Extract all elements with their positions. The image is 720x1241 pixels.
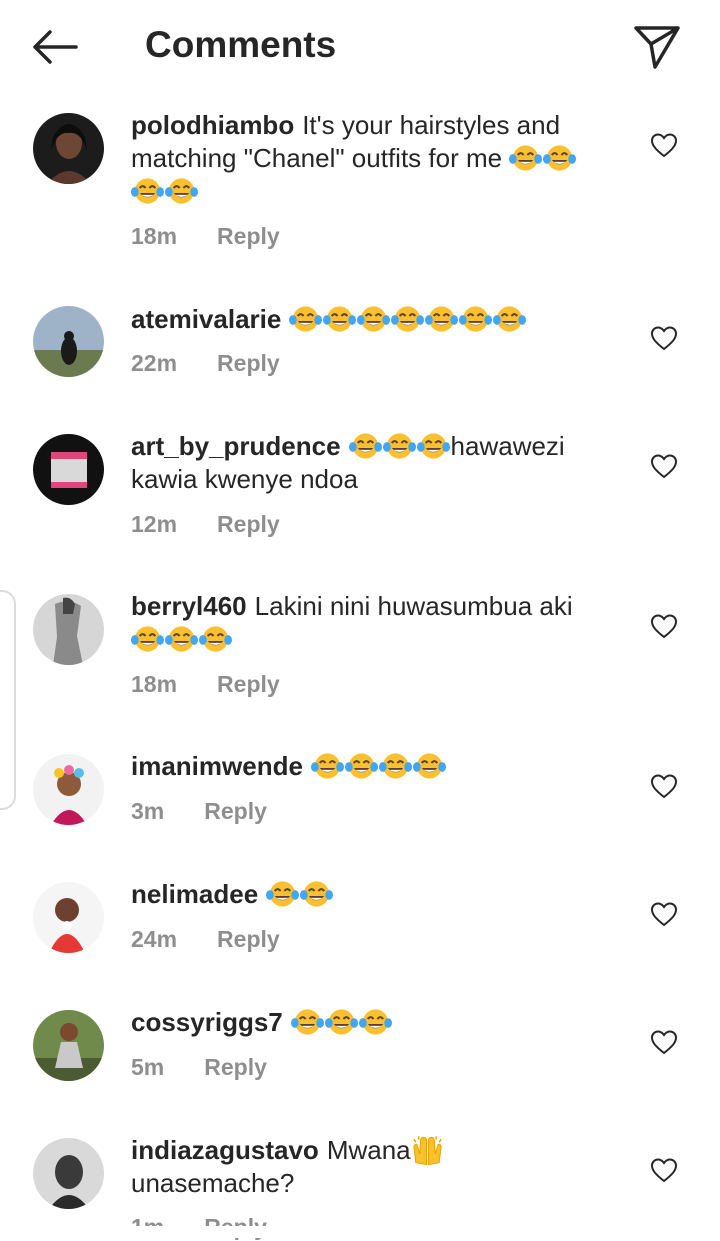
avatar[interactable] [33, 594, 104, 665]
avatar[interactable] [33, 1010, 104, 1081]
paper-plane-icon [634, 26, 680, 69]
screen-edge [0, 1226, 720, 1238]
comment-body: indiazagustavo Mwana unasemache? [131, 1134, 621, 1200]
comment-body: art_by_prudence hawawezi kawia kwenye ndo… [131, 430, 621, 496]
face-with-tears-of-joy-icon [311, 751, 344, 781]
face-with-tears-of-joy-icon [165, 624, 198, 654]
face-with-tears-of-joy-icon [289, 304, 322, 334]
heart-outline-icon[interactable] [650, 453, 678, 479]
comment-body: berryl460 Lakini nini huwasumbua aki [131, 590, 621, 656]
reply-button[interactable]: Reply [204, 798, 267, 824]
face-with-tears-of-joy-icon [383, 431, 416, 461]
face-with-tears-of-joy-icon [357, 304, 390, 334]
comment-body: nelimadee [131, 878, 621, 911]
comment-text-line2: unasemache? [131, 1168, 295, 1198]
face-with-tears-of-joy-icon [379, 751, 412, 781]
comment-time: 22m [131, 350, 178, 376]
face-with-tears-of-joy-icon [543, 143, 576, 173]
comment-meta: 22m Reply [131, 350, 280, 377]
comment-time: 18m [131, 223, 178, 249]
comment-body: polodhiambo It's your hairstyles and matc… [131, 109, 621, 208]
heart-outline-icon[interactable] [650, 1029, 678, 1055]
heart-outline-icon[interactable] [650, 1157, 678, 1183]
face-with-tears-of-joy-icon [266, 879, 299, 909]
comment-meta: 18m Reply [131, 671, 280, 698]
heart-outline-icon[interactable] [650, 325, 678, 351]
comment-time: 24m [131, 926, 178, 952]
face-with-tears-of-joy-icon [509, 143, 542, 173]
face-with-tears-of-joy-icon [425, 304, 458, 334]
reply-button[interactable]: Reply [204, 1054, 267, 1080]
comment-time: 5m [131, 1054, 165, 1080]
comment-username[interactable]: imanimwende [131, 751, 303, 781]
face-with-tears-of-joy-icon [391, 304, 424, 334]
face-with-tears-of-joy-icon [131, 624, 164, 654]
comment-body: cossyriggs7 [131, 1006, 621, 1039]
comment-username[interactable]: berryl460 [131, 591, 247, 621]
face-with-tears-of-joy-icon [417, 431, 450, 461]
face-with-tears-of-joy-icon [413, 751, 446, 781]
face-with-tears-of-joy-icon [131, 176, 164, 206]
face-with-tears-of-joy-icon [349, 431, 382, 461]
avatar[interactable] [33, 113, 104, 184]
avatar[interactable] [33, 754, 104, 825]
comment-username[interactable]: art_by_prudence [131, 431, 341, 461]
back-button[interactable] [26, 22, 84, 72]
face-with-tears-of-joy-icon [359, 1007, 392, 1037]
heart-outline-icon[interactable] [650, 901, 678, 927]
arrow-left-icon [33, 30, 78, 64]
comment-time: 18m [131, 671, 178, 697]
comment-meta: 18m Reply [131, 223, 280, 250]
comment-body: atemivalarie [131, 303, 621, 336]
reply-button[interactable]: Reply [217, 223, 280, 249]
raising-hands-icon [411, 1135, 444, 1165]
avatar[interactable] [33, 434, 104, 505]
reply-button[interactable]: Reply [217, 350, 280, 376]
comment-body: imanimwende [131, 750, 621, 783]
face-with-tears-of-joy-icon [323, 304, 356, 334]
face-with-tears-of-joy-icon [291, 1007, 324, 1037]
face-with-tears-of-joy-icon [325, 1007, 358, 1037]
comment-meta: 24m Reply [131, 926, 280, 953]
face-with-tears-of-joy-icon [165, 176, 198, 206]
face-with-tears-of-joy-icon [493, 304, 526, 334]
page-title: Comments [145, 24, 337, 65]
face-with-tears-of-joy-icon [199, 624, 232, 654]
heart-outline-icon[interactable] [650, 773, 678, 799]
heart-outline-icon[interactable] [650, 613, 678, 639]
comment-meta: 5m Reply [131, 1054, 267, 1081]
comment-username[interactable]: cossyriggs7 [131, 1007, 283, 1037]
reply-button[interactable]: Reply [217, 926, 280, 952]
comment-username[interactable]: indiazagustavo [131, 1135, 319, 1165]
comment-text: Lakini nini huwasumbua aki [254, 591, 573, 621]
edge-panel-handle[interactable] [0, 590, 16, 810]
comment-meta: 12m Reply [131, 511, 280, 538]
header: Comments [0, 0, 720, 92]
avatar[interactable] [33, 1138, 104, 1209]
face-with-tears-of-joy-icon [345, 751, 378, 781]
comment-time: 3m [131, 798, 165, 824]
comment-meta: 3m Reply [131, 798, 267, 825]
comment-time: 12m [131, 511, 178, 537]
comment-text: Mwana [326, 1135, 411, 1165]
comment-username[interactable]: polodhiambo [131, 110, 294, 140]
avatar[interactable] [33, 882, 104, 953]
comment-username[interactable]: atemivalarie [131, 304, 281, 334]
face-with-tears-of-joy-icon [300, 879, 333, 909]
face-with-tears-of-joy-icon [459, 304, 492, 334]
comment-username[interactable]: nelimadee [131, 879, 258, 909]
avatar[interactable] [33, 306, 104, 377]
reply-button[interactable]: Reply [217, 511, 280, 537]
share-button[interactable] [628, 20, 684, 72]
heart-outline-icon[interactable] [650, 132, 678, 158]
reply-button[interactable]: Reply [217, 671, 280, 697]
